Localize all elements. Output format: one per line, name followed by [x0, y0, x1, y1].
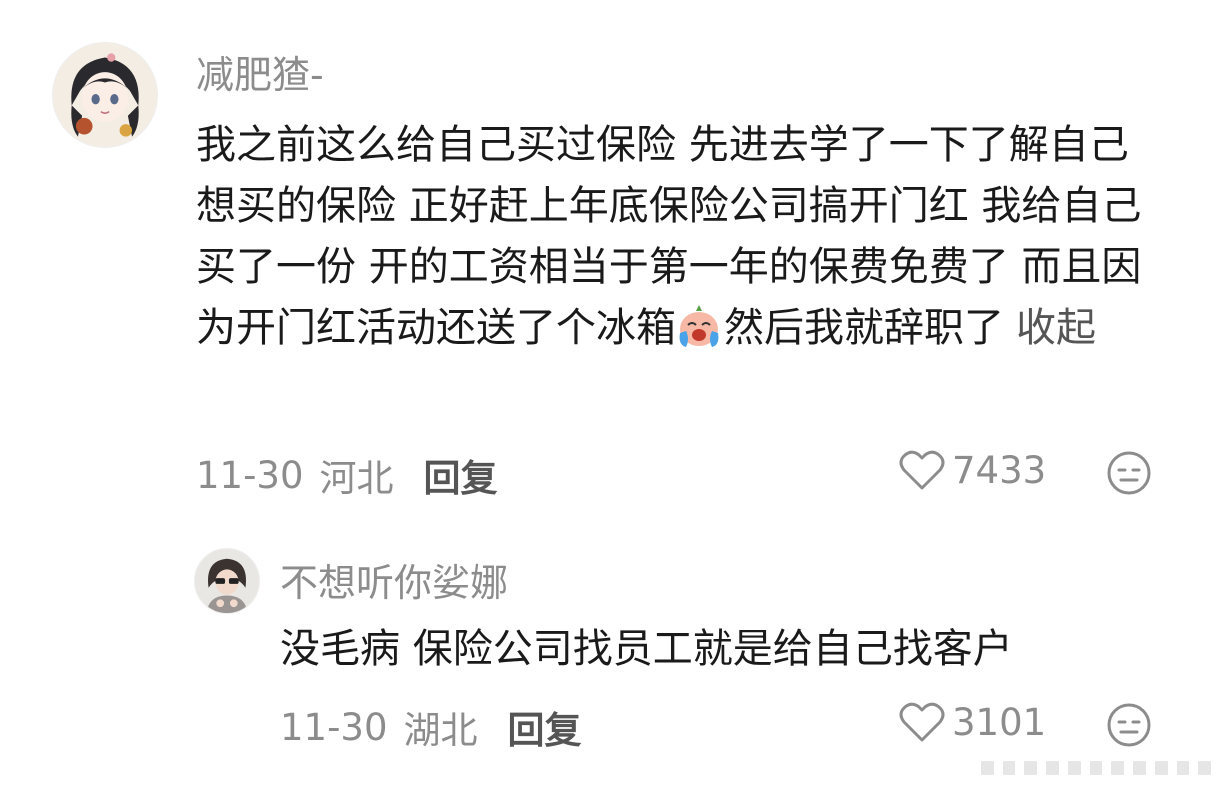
comment-meta: 11-30 湖北 回复	[280, 700, 582, 754]
watermark-tile	[1110, 760, 1126, 776]
comment-date: 11-30	[196, 453, 304, 497]
like-button[interactable]: 3101	[898, 700, 1046, 744]
like-count: 7433	[952, 448, 1047, 492]
like-button[interactable]: 7433	[898, 448, 1046, 492]
reply-button[interactable]: 回复	[424, 448, 498, 502]
heart-outline-icon	[899, 450, 945, 490]
neutral-face-icon	[1107, 451, 1151, 495]
emoji-react-button[interactable]	[1106, 702, 1152, 748]
watermark-tile	[980, 760, 995, 776]
crying-laugh-emoji-icon	[676, 303, 722, 349]
heart-outline-icon	[899, 702, 945, 742]
reply-button[interactable]: 回复	[508, 700, 582, 754]
avatar[interactable]	[52, 42, 158, 148]
watermark-pattern	[980, 757, 1213, 779]
comment-text: 没毛病 保险公司找员工就是给自己找客户	[280, 626, 1013, 672]
comment-location: 湖北	[403, 709, 478, 752]
watermark-tile	[1153, 760, 1169, 776]
comment-date: 11-30	[280, 705, 388, 749]
anime-avatar-icon	[53, 43, 157, 147]
watermark-tile	[1132, 760, 1147, 776]
username[interactable]: 减肥猹-	[196, 44, 324, 99]
watermark-tile	[1045, 760, 1060, 776]
like-count: 3101	[952, 700, 1047, 744]
avatar[interactable]	[194, 548, 260, 614]
watermark-tile	[1175, 760, 1191, 776]
comment-text: 我之前这么给自己买过保险 先进去学了一下了解自己想买的保险 正好赶上年底保险公司…	[196, 115, 1166, 359]
username[interactable]: 不想听你娑娜	[280, 552, 508, 607]
emoji-react-button[interactable]	[1106, 450, 1152, 496]
collapse-button[interactable]: 收起	[1016, 305, 1096, 351]
watermark-tile	[1197, 760, 1213, 776]
watermark-tile	[1088, 760, 1104, 776]
comment-meta: 11-30 河北 回复	[196, 448, 498, 502]
watermark-tile	[1001, 760, 1017, 776]
girl-avatar-icon	[195, 549, 259, 613]
comment-location: 河北	[319, 457, 394, 500]
watermark-tile	[1066, 760, 1082, 776]
comment-text-tail: 然后我就辞职了	[724, 305, 1004, 351]
neutral-face-icon	[1107, 703, 1151, 747]
watermark-tile	[1023, 760, 1039, 776]
